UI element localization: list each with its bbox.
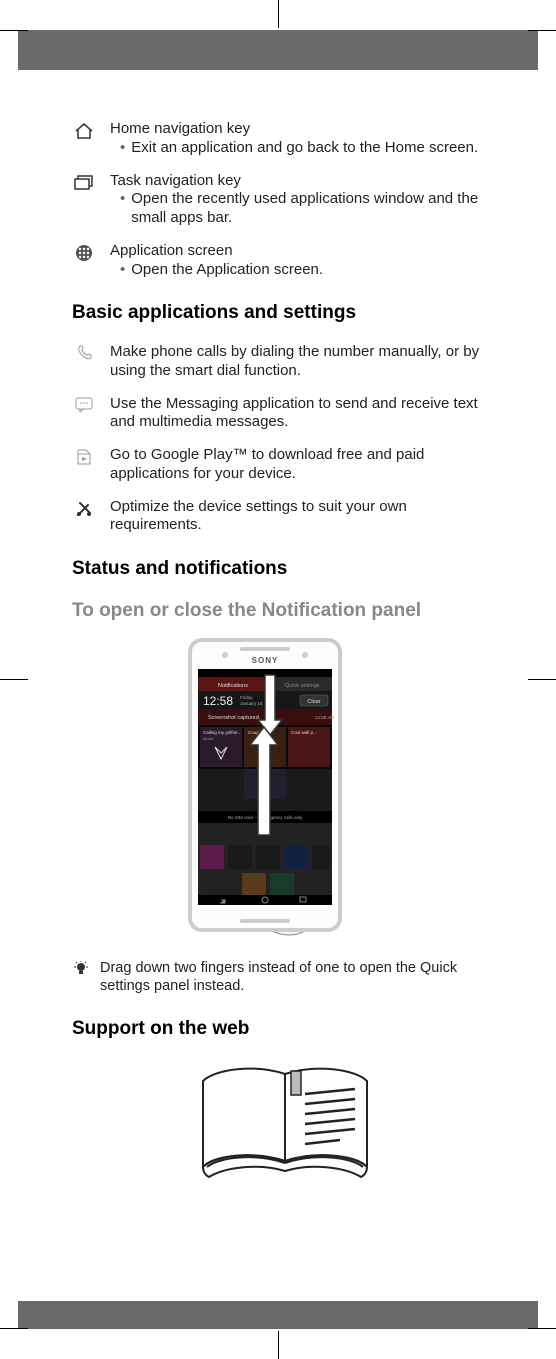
app-phone-text: Make phone calls by dialing the number m…: [110, 343, 479, 379]
tab-notifications: Notifications: [218, 683, 248, 689]
tile-wall: Cool wall p…: [291, 730, 318, 735]
phone-icon: [72, 343, 96, 381]
settings-icon: [72, 498, 96, 536]
nav-apps-item: Application screen Open the Application …: [72, 242, 498, 280]
nav-home-item: Home navigation key Exit an application …: [72, 120, 498, 158]
nav-task-title: Task navigation key: [110, 172, 498, 191]
nav-apps-bullet: Open the Application screen.: [131, 261, 323, 280]
tab-quick-settings: Quick settings: [285, 683, 320, 689]
phone-illustration: SONY Notifications Quick settings 12:58 …: [72, 635, 498, 945]
app-phone-item: Make phone calls by dialing the number m…: [72, 343, 498, 381]
tile-call-sub: Movie: [203, 736, 214, 741]
app-settings-item: Optimize the device settings to suit you…: [72, 498, 498, 536]
book-illustration: [72, 1059, 498, 1189]
heading-support-web: Support on the web: [72, 1017, 498, 1041]
phone-time: 12:58: [203, 694, 233, 708]
task-icon: [72, 172, 96, 228]
app-messaging-item: Use the Messaging application to send an…: [72, 395, 498, 433]
play-store-icon: [72, 446, 96, 484]
app-grid-icon: [72, 242, 96, 280]
app-play-item: Go to Google Play™ to download free and …: [72, 446, 498, 484]
app-messaging-text: Use the Messaging application to send an…: [110, 395, 478, 431]
nav-home-title: Home navigation key: [110, 120, 498, 139]
clear-button: Clear: [307, 699, 320, 705]
nav-task-bullet: Open the recently used applications wind…: [131, 190, 498, 228]
header-bar: [18, 30, 538, 70]
notification-1-time: 12:58 AM: [315, 715, 334, 720]
page-content: Home navigation key Exit an application …: [8, 70, 548, 1243]
tip-bulb-icon: [72, 959, 90, 995]
phone-date-top: Friday: [240, 695, 253, 700]
tip-item: Drag down two fingers instead of one to …: [72, 959, 498, 995]
tip-text: Drag down two fingers instead of one to …: [100, 960, 457, 994]
notification-1: Screenshot captured.: [208, 715, 261, 721]
phone-brand: SONY: [252, 656, 279, 665]
app-settings-text: Optimize the device settings to suit you…: [110, 498, 407, 534]
nav-apps-title: Application screen: [110, 242, 498, 261]
nav-task-item: Task navigation key Open the recently us…: [72, 172, 498, 228]
home-icon: [72, 120, 96, 158]
app-play-text: Go to Google Play™ to download free and …: [110, 446, 424, 482]
nav-home-bullet: Exit an application and go back to the H…: [131, 139, 478, 158]
heading-status: Status and notifications: [72, 557, 498, 581]
messaging-icon: [72, 395, 96, 433]
heading-notification-panel: To open or close the Notification panel: [72, 599, 498, 623]
heading-basic-apps: Basic applications and settings: [72, 301, 498, 325]
tile-call: Calling my girlfrie…: [203, 730, 242, 735]
footer-bar: [18, 1301, 538, 1329]
